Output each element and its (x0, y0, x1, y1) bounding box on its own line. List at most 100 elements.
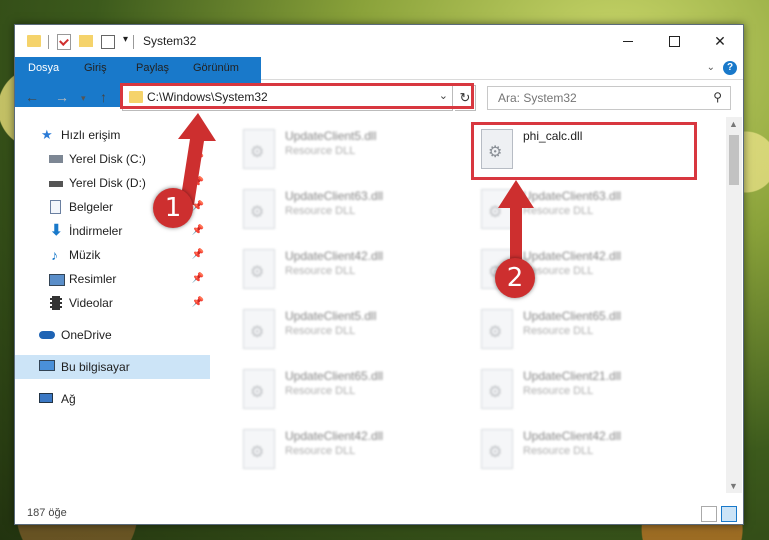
sidebar-item-label: Resimler (69, 272, 117, 286)
scroll-up-icon[interactable]: ▲ (729, 119, 738, 129)
search-icon[interactable]: ⚲ (713, 90, 722, 104)
dll-file-icon (481, 429, 513, 469)
download-icon: ⬇ (50, 222, 63, 239)
document-icon (50, 200, 61, 214)
minimize-button[interactable] (605, 25, 651, 57)
dll-file-icon (481, 369, 513, 409)
ribbon: Dosya Giriş Paylaş Görünüm ⌄ ? (15, 57, 743, 107)
title-bar: ▾ System32 ✕ (15, 25, 743, 57)
list-item[interactable]: UpdateClient5.dll Resource DLL (235, 305, 455, 355)
vertical-scrollbar[interactable]: ▲ ▼ (726, 117, 742, 493)
pictures-icon (49, 274, 65, 286)
file-highlight-box (471, 122, 697, 180)
item-count: 187 öğe (27, 507, 67, 519)
forward-arrow-icon[interactable]: → (55, 89, 69, 105)
callout-badge-1: 1 (153, 188, 193, 228)
new-folder-icon[interactable] (79, 35, 93, 47)
large-icons-view-icon[interactable] (721, 506, 737, 522)
sidebar-item-label: Ağ (61, 392, 76, 406)
folder-icon (27, 35, 41, 47)
details-view-icon[interactable] (701, 506, 717, 522)
list-item[interactable]: UpdateClient65.dll Resource DLL (235, 365, 455, 415)
dll-file-icon (243, 189, 275, 229)
pin-icon[interactable]: 📌 (192, 291, 204, 315)
music-icon: ♪ (51, 247, 58, 263)
list-item[interactable]: UpdateClient42.dll Resource DLL (235, 425, 455, 475)
recent-locations-chevron-icon[interactable]: ▾ (81, 93, 86, 104)
list-item[interactable]: UpdateClient21.dll Resource DLL (473, 365, 693, 415)
sidebar-item-label: Yerel Disk (D:) (69, 176, 146, 190)
list-item[interactable]: UpdateClient5.dll Resource DLL (235, 125, 455, 175)
file-name: UpdateClient5.dll (285, 129, 377, 143)
sidebar-item-network[interactable]: Ağ (15, 387, 210, 411)
properties-icon[interactable] (57, 34, 71, 50)
tab-view[interactable]: Görünüm (183, 57, 249, 79)
navigation-bar: ← → ▾ ↑ C:\Windows\System32 ⌄ ↻ ⚲ (15, 80, 743, 114)
sidebar-item-onedrive[interactable]: OneDrive (15, 323, 210, 347)
file-type: Resource DLL (523, 325, 594, 337)
status-bar: 187 öğe (15, 503, 743, 523)
file-type: Resource DLL (523, 385, 594, 397)
list-item[interactable]: UpdateClient65.dll Resource DLL (473, 305, 693, 355)
back-arrow-icon[interactable]: ← (25, 89, 39, 105)
pin-icon[interactable]: 📌 (192, 267, 204, 291)
file-name: UpdateClient5.dll (285, 309, 377, 323)
dll-file-icon (243, 309, 275, 349)
tab-share[interactable]: Paylaş (126, 57, 179, 79)
file-type: Resource DLL (285, 145, 356, 157)
cloud-icon (39, 331, 55, 339)
network-icon (39, 393, 53, 403)
maximize-button[interactable] (651, 25, 697, 57)
scroll-down-icon[interactable]: ▼ (729, 481, 738, 491)
drive-icon (49, 181, 63, 187)
file-type: Resource DLL (523, 445, 594, 457)
file-list: UpdateClient5.dll Resource DLL UpdateCli… (211, 117, 727, 493)
dll-file-icon (243, 129, 275, 169)
list-item[interactable]: UpdateClient42.dll Resource DLL (473, 425, 693, 475)
up-arrow-icon[interactable]: ↑ (100, 89, 107, 105)
file-name: UpdateClient42.dll (523, 429, 622, 443)
tab-home[interactable]: Giriş (74, 57, 117, 79)
file-name: UpdateClient21.dll (523, 369, 622, 383)
dll-file-icon (243, 249, 275, 289)
dll-file-icon (243, 429, 275, 469)
star-icon: ★ (41, 127, 53, 142)
divider (133, 35, 134, 49)
sidebar-item-videos[interactable]: Videolar 📌 (15, 291, 210, 315)
file-type: Resource DLL (285, 205, 356, 217)
dll-file-icon (481, 309, 513, 349)
chevron-down-icon[interactable]: ▾ (123, 34, 128, 50)
divider (48, 35, 49, 49)
videos-icon (50, 296, 62, 310)
drive-icon (49, 155, 63, 163)
file-type: Resource DLL (285, 265, 356, 277)
sidebar-item-pictures[interactable]: Resimler 📌 (15, 267, 210, 291)
file-name: UpdateClient42.dll (285, 249, 384, 263)
file-type: Resource DLL (285, 385, 356, 397)
sidebar-item-label: İndirmeler (69, 224, 123, 238)
sidebar-item-label: Müzik (69, 248, 101, 262)
close-button[interactable]: ✕ (697, 25, 743, 57)
expand-ribbon-icon[interactable]: ⌄ (707, 62, 715, 73)
sidebar-item-label: Videolar (69, 296, 113, 310)
sidebar-item-music[interactable]: ♪ Müzik 📌 (15, 243, 210, 267)
sidebar-item-this-pc[interactable]: Bu bilgisayar (15, 355, 210, 379)
sidebar-item-label: Yerel Disk (C:) (69, 152, 146, 166)
scroll-thumb[interactable] (729, 135, 739, 185)
sidebar-item-label: Hızlı erişim (61, 128, 121, 142)
help-icon[interactable]: ? (723, 61, 737, 75)
file-type: Resource DLL (285, 445, 356, 457)
file-name: UpdateClient65.dll (285, 369, 384, 383)
file-name: UpdateClient63.dll (285, 189, 384, 203)
search-box[interactable]: ⚲ (487, 86, 731, 110)
dll-file-icon (243, 369, 275, 409)
pin-icon[interactable]: 📌 (192, 243, 204, 267)
list-item[interactable]: UpdateClient42.dll Resource DLL (235, 245, 455, 295)
sidebar-item-label: OneDrive (61, 328, 112, 342)
file-name: UpdateClient65.dll (523, 309, 622, 323)
search-input[interactable] (496, 87, 700, 109)
file-type: Resource DLL (285, 325, 356, 337)
view-icon[interactable] (101, 35, 115, 49)
sidebar-item-label: Bu bilgisayar (61, 360, 130, 374)
list-item[interactable]: UpdateClient63.dll Resource DLL (235, 185, 455, 235)
